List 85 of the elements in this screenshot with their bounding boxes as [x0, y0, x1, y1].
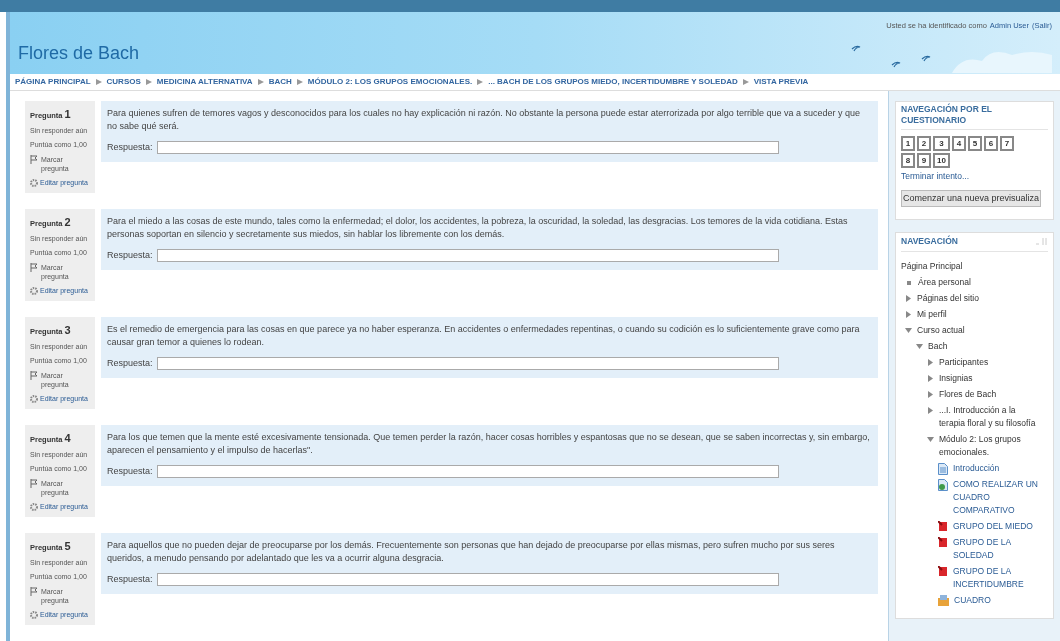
question-text: Para el miedo a las cosas de este mundo, tales como la enfermedad; el dolor, los accidentes, la pobreza, la oscuridad, la soledad, las desgracias. Los temores de la vida cotidiana. Estas personas soportan en silencio y secretamente sus miedos, sin hablar los libremente con los demás.: [107, 215, 849, 241]
answer-field[interactable]: [156, 141, 779, 154]
answer-label: Respuesta:: [107, 465, 153, 478]
flag-icon: [30, 478, 38, 488]
answer-label: Respuesta:: [107, 249, 153, 262]
gear-icon: [30, 178, 38, 187]
bullet-icon: [907, 280, 911, 285]
question-number-button[interactable]: 3: [933, 136, 950, 151]
separator-arrow-icon: [95, 79, 102, 85]
finish-attempt-link[interactable]: Terminar intento...: [901, 170, 1048, 183]
question-text: Para quienes sufren de temores vagos y desconocidos para los cuales no hay explicación ni razón. No obstante la persona puede estar aterrorizada por algo terrible que va a suceder y que no sabe qué será.: [107, 107, 861, 133]
nav-tree-item[interactable]: GRUPO DE LA SOLEDAD: [953, 535, 1042, 562]
nav-tree-item[interactable]: Mi perfil: [917, 307, 947, 321]
question-text: Para aquellos que no pueden dejar de preocuparse por los demás. Frecuentemente son personas que han dejado de preocuparse por ellas mismas, pero sufren mucho por sus seres queridos, a menudo pensando por adelantado que les va a ocurrir alguna desgracia.: [107, 539, 836, 565]
gear-icon: [30, 610, 38, 619]
expanded-arrow-icon: [916, 343, 923, 349]
answer-label: Respuesta:: [107, 141, 153, 154]
separator-arrow-icon: [477, 79, 484, 85]
breadcrumb-link[interactable]: CURSOS: [106, 76, 141, 88]
nav-tree-item[interactable]: COMO REALIZAR UN CUADRO COMPARATIVO: [953, 477, 1042, 517]
flag-icon: [30, 586, 38, 596]
nav-tree-item[interactable]: ...I. Introducción a la terapia floral y su filosofía: [939, 403, 1042, 430]
question-number: 2: [64, 215, 71, 230]
answer-label: Respuesta:: [107, 357, 153, 370]
breadcrumb-link[interactable]: VISTA PREVIA: [753, 76, 809, 88]
expanded-arrow-icon: [927, 436, 934, 442]
question-number: 4: [64, 431, 71, 446]
nav-tree-item[interactable]: Módulo 2: Los grupos emocionales.: [939, 432, 1042, 459]
question-text: Para los que temen que la mente esté excesivamente tensionada. Que temen perder la razón, hacer cosas horribles y espantosas que no se desean, que se saben incorrectas y, sin embargo, aparecen el pensamiento y el impulso de hacerlas".: [107, 431, 871, 457]
breadcrumb-link[interactable]: MÓDULO 2: LOS GRUPOS EMOCIONALES.: [307, 76, 473, 88]
breadcrumb-link[interactable]: ... BACH DE LOS GRUPOS MIEDO, INCERTIDUMBRE Y SOLEDAD: [488, 76, 738, 88]
answer-field[interactable]: [156, 357, 779, 370]
question-number-button[interactable]: 1: [901, 136, 915, 151]
question-number-button[interactable]: 10: [933, 153, 950, 168]
nav-tree-item[interactable]: GRUPO DEL MIEDO: [953, 519, 1033, 533]
file-icon: [938, 594, 949, 606]
separator-arrow-icon: [296, 79, 303, 85]
block-title: NAVEGACIÓN: [901, 235, 958, 248]
nav-tree-item[interactable]: Bach: [928, 339, 948, 353]
nav-tree-item[interactable]: CUADRO: [954, 593, 991, 607]
globe-page-icon: [938, 478, 948, 491]
question-number-button[interactable]: 8: [901, 153, 915, 168]
breadcrumb-link[interactable]: PÁGINA PRINCIPAL: [15, 76, 91, 88]
nav-tree-item[interactable]: Flores de Bach: [939, 387, 997, 401]
question-number-button[interactable]: 4: [951, 136, 966, 151]
nav-tree-item[interactable]: Participantes: [939, 355, 989, 369]
gear-icon: [30, 502, 38, 511]
quiz-icon: [938, 536, 948, 548]
breadcrumb-link[interactable]: MEDICINA ALTERNATIVA: [156, 76, 253, 88]
nav-tree-item[interactable]: Área personal: [918, 275, 971, 289]
answer-field[interactable]: [156, 465, 779, 478]
question-number-button[interactable]: 2: [917, 136, 931, 151]
answer-label: Respuesta:: [107, 573, 153, 586]
quiz-icon: [938, 565, 948, 577]
page-icon: [938, 462, 948, 475]
separator-arrow-icon: [145, 79, 152, 85]
quiz-icon: [938, 520, 948, 532]
nav-tree-item[interactable]: Curso actual: [917, 323, 965, 337]
breadcrumb-link[interactable]: BACH: [268, 76, 292, 88]
nav-tree-item[interactable]: Página Principal: [901, 259, 963, 273]
nav-tree-item[interactable]: Insignias: [939, 371, 973, 385]
flag-icon: [30, 262, 38, 272]
nav-tree-item[interactable]: Introducción: [953, 461, 1000, 475]
question-number-button[interactable]: 9: [917, 153, 931, 168]
answer-field[interactable]: [156, 249, 779, 262]
question-number: 1: [64, 107, 71, 122]
nav-tree-item[interactable]: GRUPO DE LA INCERTIDUMBRE: [953, 564, 1042, 591]
dock-icon[interactable]: [1036, 238, 1048, 246]
gear-icon: [30, 394, 38, 403]
start-new-preview-button[interactable]: Comenzar una nueva previsualiza: [901, 189, 1042, 208]
separator-arrow-icon: [742, 79, 749, 85]
block-title: NAVEGACIÓN POR EL CUESTIONARIO: [901, 104, 1048, 130]
flag-icon: [30, 154, 38, 164]
question-number-button[interactable]: 7: [999, 136, 1014, 151]
nav-tree-item[interactable]: Páginas del sitio: [917, 291, 979, 305]
answer-field[interactable]: [156, 573, 779, 586]
flag-icon: [30, 370, 38, 380]
expanded-arrow-icon: [905, 327, 912, 333]
question-number-button[interactable]: 6: [983, 136, 998, 151]
gear-icon: [30, 286, 38, 295]
question-text: Es el remedio de emergencia para las cosas en que parece ya no haber esperanza. En accidentes o enfermedades repentinas, o cuando su codición es lo suficientemente grave como para causar gran temor a quienes lo rodean.: [107, 323, 861, 349]
separator-arrow-icon: [257, 79, 264, 85]
question-number-button[interactable]: 5: [967, 136, 982, 151]
question-number: 3: [64, 323, 71, 338]
question-number: 5: [64, 539, 71, 554]
